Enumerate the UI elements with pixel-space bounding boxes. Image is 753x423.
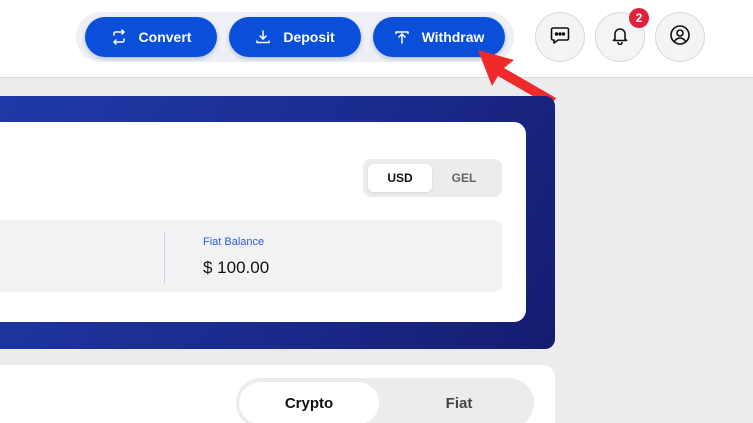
deposit-button[interactable]: Deposit: [229, 17, 361, 57]
profile-button[interactable]: [655, 12, 705, 62]
withdraw-label: Withdraw: [421, 29, 485, 45]
convert-icon: [111, 29, 127, 45]
fiat-balance-label: Fiat Balance: [203, 236, 265, 248]
balance-divider: [164, 232, 165, 284]
currency-usd-option[interactable]: USD: [368, 164, 432, 192]
upload-icon: [394, 29, 410, 45]
notification-badge: 2: [629, 8, 649, 28]
tab-crypto[interactable]: Crypto: [239, 382, 379, 423]
tab-fiat[interactable]: Fiat: [389, 382, 529, 423]
profile-icon: [669, 24, 691, 51]
fiat-balance-value: $ 100.00: [203, 258, 270, 277]
bell-icon: [610, 25, 630, 50]
balance-summary-box: [0, 220, 502, 292]
currency-gel-option[interactable]: GEL: [432, 164, 496, 192]
convert-button[interactable]: Convert: [85, 17, 217, 57]
deposit-label: Deposit: [283, 29, 335, 45]
download-icon: [255, 29, 271, 45]
chat-icon: [549, 24, 571, 51]
convert-label: Convert: [138, 29, 192, 45]
